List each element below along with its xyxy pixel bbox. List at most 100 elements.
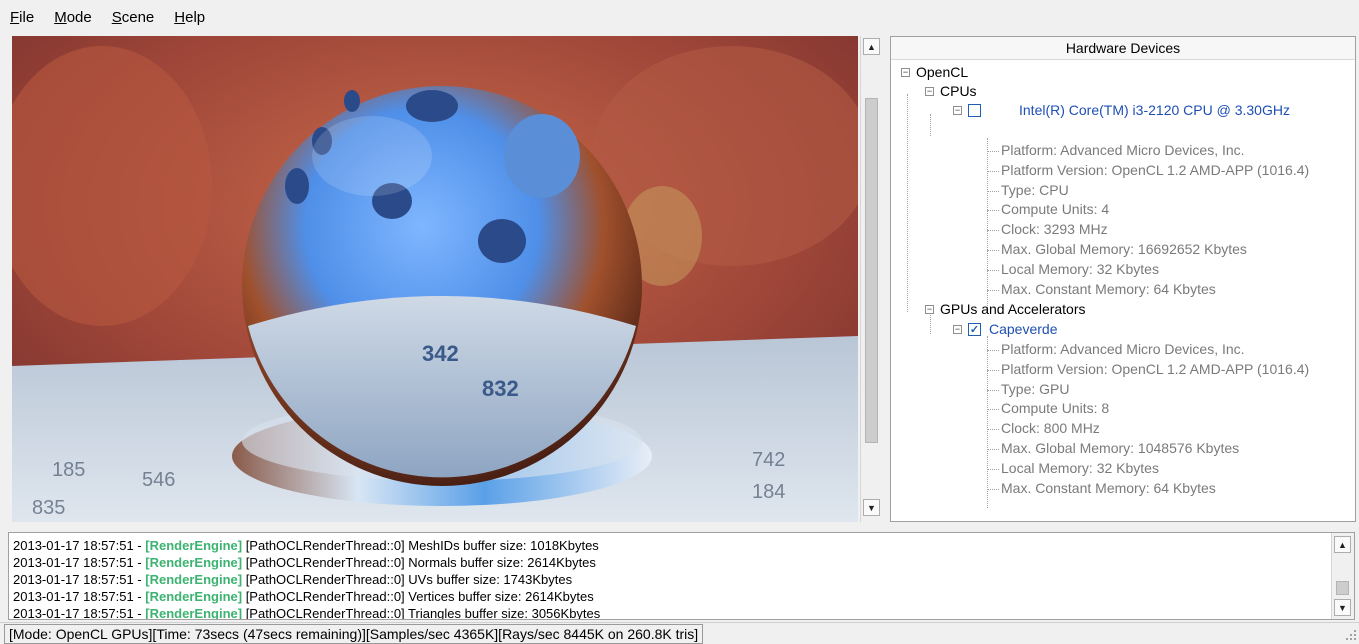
render-viewport[interactable]: 185 546 835 742 184 342 832 — [12, 36, 858, 522]
log-message: [PathOCLRenderThread::0] Triangles buffe… — [242, 606, 601, 620]
log-scrollbar[interactable]: ▲ ▼ — [1331, 533, 1354, 619]
tree-line — [987, 230, 999, 232]
device-property: Clock: 800 MHz — [1001, 420, 1100, 437]
device-property: Platform Version: OpenCL 1.2 AMD-APP (10… — [1001, 161, 1310, 178]
menu-scene-label: cene — [121, 8, 155, 26]
log-scroll-thumb[interactable] — [1336, 581, 1349, 595]
log-timestamp: 2013-01-17 18:57:51 - — [13, 589, 146, 604]
log-line: 2013-01-17 18:57:51 - [RenderEngine] [Pa… — [13, 589, 594, 604]
tree-line — [987, 369, 999, 371]
log-line: 2013-01-17 18:57:51 - [RenderEngine] [Pa… — [13, 555, 596, 570]
menu-help-mnemonic: H — [174, 8, 186, 26]
tree-line — [987, 429, 999, 431]
menu-mode[interactable]: Mode — [52, 9, 94, 26]
device-property: Clock: 3293 MHz — [1001, 221, 1108, 238]
cpu-device-checkbox[interactable] — [968, 103, 981, 117]
menu-scene-mnemonic: S — [111, 8, 122, 26]
log-timestamp: 2013-01-17 18:57:51 - — [13, 538, 146, 553]
tree-line — [987, 449, 999, 450]
log-scroll-down-button[interactable]: ▼ — [1334, 599, 1351, 616]
log-message: [PathOCLRenderThread::0] Vertices buffer… — [242, 589, 594, 604]
menu-file-label: ile — [19, 8, 35, 26]
hardware-devices-header: Hardware Devices — [891, 37, 1355, 60]
log-tag: [RenderEngine] — [145, 589, 243, 604]
menu-scene[interactable]: Scene — [110, 9, 157, 26]
scroll-thumb[interactable] — [865, 98, 878, 443]
log-tag: [RenderEngine] — [145, 572, 243, 587]
collapse-icon[interactable]: − — [925, 304, 934, 314]
gpu-device-checkbox[interactable]: ✓ — [968, 322, 981, 336]
scroll-up-button[interactable]: ▲ — [863, 38, 880, 55]
device-property: Local Memory: 32 Kbytes — [1001, 459, 1159, 476]
gpu-device-name: Capeverde — [989, 321, 1058, 337]
device-property: Platform Version: OpenCL 1.2 AMD-APP (10… — [1001, 360, 1310, 377]
log-panel[interactable]: 2013-01-17 18:57:51 - [RenderEngine] [Pa… — [8, 532, 1355, 620]
log-scroll-up-button[interactable]: ▲ — [1334, 536, 1351, 553]
tree-line — [987, 250, 999, 251]
scroll-down-button[interactable]: ▼ — [863, 499, 880, 516]
collapse-icon[interactable]: − — [953, 105, 962, 115]
log-message: [PathOCLRenderThread::0] MeshIDs buffer … — [242, 538, 599, 553]
device-property: Platform: Advanced Micro Devices, Inc. — [1001, 341, 1245, 357]
menu-help-label: elp — [185, 8, 206, 26]
tree-line — [907, 94, 908, 312]
device-property: Compute Units: 4 — [1001, 201, 1110, 218]
log-tag: [RenderEngine] — [145, 555, 243, 570]
menu-bar: File Mode Scene Help — [0, 0, 1359, 34]
device-property: Max. Global Memory: 1048576 Kbytes — [1001, 440, 1240, 456]
tree-line — [987, 151, 999, 152]
tree-line — [987, 409, 999, 411]
log-line: 2013-01-17 18:57:51 - [RenderEngine] [Pa… — [13, 606, 601, 620]
tree-line — [930, 114, 931, 136]
status-bar: [Mode: OpenCL GPUs][Time: 73secs (47secs… — [0, 622, 1359, 644]
menu-mode-label: ode — [66, 8, 92, 26]
tree-line — [987, 289, 999, 291]
tree-label-cpus: CPUs — [940, 83, 977, 99]
hardware-devices-panel: Hardware Devices − OpenCL − CPUs − Intel… — [890, 36, 1356, 522]
floor-number: 742 — [752, 449, 785, 471]
tree-line — [987, 468, 999, 470]
arrow-up-icon: ▲ — [1338, 539, 1347, 550]
floor-number: 546 — [142, 469, 175, 491]
viewport-scrollbar[interactable]: ▲ ▼ — [860, 36, 883, 522]
tree-line — [987, 389, 999, 391]
sphere-number: 342 — [422, 341, 459, 366]
log-tag: [RenderEngine] — [145, 538, 243, 553]
resize-grip-icon[interactable] — [1343, 628, 1357, 642]
collapse-icon[interactable]: − — [901, 67, 910, 77]
tree-node-gpu-device[interactable]: − ✓ Capeverde — [953, 321, 1058, 337]
device-property: Max. Constant Memory: 64 Kbytes — [1001, 479, 1216, 496]
arrow-up-icon: ▲ — [867, 41, 876, 52]
cpu-device-name: Intel(R) Core(TM) i3-2120 CPU @ 3.30GHz — [1019, 102, 1290, 118]
render-image: 185 546 835 742 184 342 832 — [12, 36, 858, 522]
tree-node-gpus[interactable]: − GPUs and Accelerators — [925, 301, 1086, 317]
arrow-down-icon: ▼ — [867, 502, 876, 513]
collapse-icon[interactable]: − — [953, 324, 962, 334]
collapse-icon[interactable]: − — [925, 86, 934, 96]
device-property: Local Memory: 32 Kbytes — [1001, 260, 1159, 277]
tree-line — [987, 170, 999, 172]
tree-line — [987, 190, 999, 192]
device-property: Platform: Advanced Micro Devices, Inc. — [1001, 142, 1245, 158]
tree-node-cpus[interactable]: − CPUs — [925, 83, 977, 99]
status-text: [Mode: OpenCL GPUs][Time: 73secs (47secs… — [4, 623, 704, 644]
sphere-number: 832 — [482, 376, 519, 401]
log-timestamp: 2013-01-17 18:57:51 - — [13, 572, 146, 587]
arrow-down-icon: ▼ — [1338, 602, 1347, 613]
device-property: Type: CPU — [1001, 181, 1069, 198]
floor-number: 184 — [752, 481, 785, 503]
device-property: Compute Units: 8 — [1001, 400, 1110, 417]
log-message: [PathOCLRenderThread::0] UVs buffer size… — [242, 572, 573, 587]
log-timestamp: 2013-01-17 18:57:51 - — [13, 606, 146, 620]
log-tag: [RenderEngine] — [145, 606, 243, 620]
menu-file-mnemonic: F — [10, 8, 20, 26]
log-line: 2013-01-17 18:57:51 - [RenderEngine] [Pa… — [13, 572, 572, 587]
tree-node-opencl[interactable]: − OpenCL — [901, 64, 968, 80]
menu-file[interactable]: File — [8, 9, 36, 26]
tree-node-cpu-device[interactable]: − Intel(R) Core(TM) i3-2120 CPU @ 3.30GH… — [953, 102, 1290, 118]
menu-help[interactable]: Help — [172, 9, 207, 26]
log-line: 2013-01-17 18:57:51 - [RenderEngine] [Pa… — [13, 538, 599, 553]
device-property: Max. Global Memory: 16692652 Kbytes — [1001, 241, 1247, 257]
floor-number: 835 — [32, 497, 65, 519]
log-timestamp: 2013-01-17 18:57:51 - — [13, 555, 146, 570]
